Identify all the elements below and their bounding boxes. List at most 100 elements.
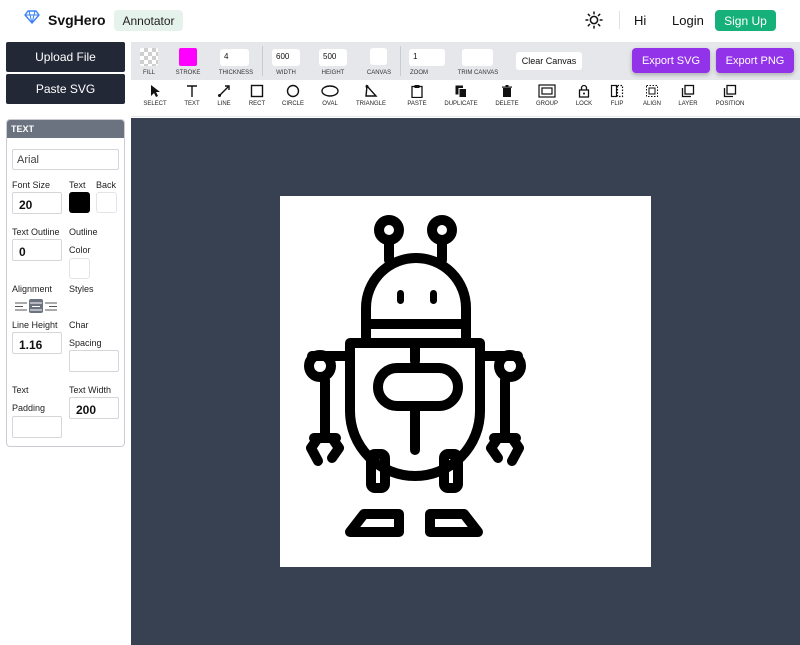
thickness-label: THICKNESS bbox=[218, 70, 254, 76]
diamond-logo-icon bbox=[24, 10, 40, 29]
signup-button[interactable]: Sign Up bbox=[715, 10, 776, 31]
cursor-icon bbox=[148, 84, 162, 98]
position-icon bbox=[723, 84, 737, 98]
canvas-color-swatch[interactable] bbox=[370, 48, 387, 65]
oval-icon bbox=[321, 84, 339, 98]
text-panel-title: TEXT bbox=[7, 120, 124, 138]
rect-icon bbox=[250, 84, 264, 98]
fill-color-swatch[interactable] bbox=[140, 48, 158, 66]
fill-label: FILL bbox=[142, 70, 155, 76]
login-link[interactable]: Login bbox=[672, 13, 704, 28]
duplicate-icon bbox=[454, 84, 468, 98]
text-width-input[interactable]: 200 bbox=[69, 397, 119, 419]
font-size-label: Font Size bbox=[12, 180, 51, 190]
annotator-button[interactable]: Annotator bbox=[114, 10, 183, 31]
back-color-label: Back bbox=[96, 180, 117, 190]
text-color-label: Text bbox=[69, 180, 86, 190]
font-family-input[interactable]: Arial bbox=[12, 149, 119, 170]
char-spacing-label: Char bbox=[69, 320, 89, 330]
tool-label: FLIP bbox=[610, 101, 624, 107]
tool-label: POSITION bbox=[715, 101, 745, 107]
paste-svg-button[interactable]: Paste SVG bbox=[6, 74, 125, 104]
stroke-color-swatch[interactable] bbox=[179, 48, 197, 66]
tool-circle[interactable]: CIRCLE bbox=[273, 84, 313, 114]
line-height-label: Line Height bbox=[12, 320, 58, 330]
upload-file-button[interactable]: Upload File bbox=[6, 42, 125, 72]
height-input[interactable]: 500 bbox=[319, 49, 347, 66]
align-center-icon[interactable] bbox=[29, 299, 43, 313]
tool-rect[interactable]: RECT bbox=[237, 84, 277, 114]
group-icon bbox=[538, 84, 556, 98]
tool-group[interactable]: GROUP bbox=[527, 84, 567, 114]
font-size-input[interactable]: 20 bbox=[12, 192, 62, 214]
tool-label: LOCK bbox=[575, 101, 593, 107]
alignment-label: Alignment bbox=[12, 284, 53, 294]
text-color-swatch[interactable] bbox=[69, 192, 90, 213]
canvas-label: CANVAS bbox=[366, 70, 392, 76]
tool-label: LINE bbox=[217, 101, 231, 107]
tool-label: OVAL bbox=[322, 101, 338, 107]
zoom-label: ZOOM bbox=[410, 70, 428, 76]
zoom-input[interactable]: 1 bbox=[409, 49, 445, 66]
text-padding-label-2: Padding bbox=[12, 403, 46, 413]
flip-icon bbox=[610, 84, 624, 98]
line-height-input[interactable]: 1.16 bbox=[12, 332, 62, 354]
outline-color-label-2: Color bbox=[69, 245, 91, 255]
tool-label: CIRCLE bbox=[281, 101, 304, 107]
char-spacing-label-2: Spacing bbox=[69, 338, 102, 348]
text-outline-label: Text Outline bbox=[12, 227, 60, 237]
height-label: HEIGHT bbox=[321, 70, 345, 76]
tool-flip[interactable]: FLIP bbox=[597, 84, 637, 114]
align-right-icon[interactable] bbox=[44, 299, 58, 313]
tool-label: ALIGN bbox=[642, 101, 661, 107]
tool-oval[interactable]: OVAL bbox=[310, 84, 350, 114]
tool-position[interactable]: POSITION bbox=[710, 84, 750, 114]
export-png-button[interactable]: Export PNG bbox=[716, 48, 794, 73]
align-left-icon[interactable] bbox=[14, 299, 28, 313]
layer-icon bbox=[681, 84, 695, 98]
thickness-input[interactable]: 4 bbox=[220, 49, 249, 66]
stroke-label: STROKE bbox=[175, 70, 201, 76]
tool-align[interactable]: ALIGN bbox=[632, 84, 672, 114]
line-icon bbox=[217, 84, 231, 98]
tool-label: GROUP bbox=[535, 101, 558, 107]
back-color-swatch[interactable] bbox=[96, 192, 117, 213]
clear-canvas-button[interactable]: Clear Canvas bbox=[516, 52, 582, 70]
toolbar-separator bbox=[400, 46, 401, 76]
tool-layer[interactable]: LAYER bbox=[668, 84, 708, 114]
tool-label: PASTE bbox=[407, 101, 427, 107]
brand[interactable]: SvgHero bbox=[24, 10, 106, 29]
text-padding-input[interactable] bbox=[12, 416, 62, 438]
tool-label: RECT bbox=[248, 101, 266, 107]
clipboard-icon bbox=[410, 84, 424, 98]
tool-delete[interactable]: DELETE bbox=[487, 84, 527, 114]
outline-color-swatch[interactable] bbox=[69, 258, 90, 279]
tool-label: SELECT bbox=[143, 101, 167, 107]
text-properties-panel: TEXT Arial Font Size Text Back 20 Text O… bbox=[6, 119, 125, 447]
robot-illustration[interactable] bbox=[280, 196, 651, 567]
tool-label: DUPLICATE bbox=[444, 101, 478, 107]
toolbar-separator bbox=[262, 46, 263, 76]
tool-label: TEXT bbox=[184, 101, 200, 107]
alignment-group bbox=[14, 299, 58, 313]
export-svg-button[interactable]: Export SVG bbox=[632, 48, 710, 73]
tool-duplicate[interactable]: DUPLICATE bbox=[441, 84, 481, 114]
tool-triangle[interactable]: TRIANGLE bbox=[351, 84, 391, 114]
trim-canvas-label: TRIM CANVAS bbox=[457, 70, 499, 76]
text-padding-label: Text bbox=[12, 385, 29, 395]
char-spacing-input[interactable] bbox=[69, 350, 119, 372]
brand-name: SvgHero bbox=[48, 11, 106, 28]
canvas-page[interactable] bbox=[280, 196, 651, 567]
tool-label: TRIANGLE bbox=[355, 101, 386, 107]
tool-label: LAYER bbox=[678, 101, 698, 107]
tool-select[interactable]: SELECT bbox=[135, 84, 175, 114]
tool-paste[interactable]: PASTE bbox=[397, 84, 437, 114]
text-width-label: Text Width bbox=[69, 385, 112, 395]
top-navigation: SvgHero Annotator Hi Login Sign Up bbox=[0, 0, 800, 40]
outline-color-label: Outline bbox=[69, 227, 98, 237]
text-outline-input[interactable]: 0 bbox=[12, 239, 62, 261]
width-input[interactable]: 600 bbox=[272, 49, 300, 66]
tool-label: DELETE bbox=[495, 101, 519, 107]
theme-toggle-icon[interactable] bbox=[585, 11, 603, 34]
trim-canvas-input[interactable] bbox=[462, 49, 493, 66]
